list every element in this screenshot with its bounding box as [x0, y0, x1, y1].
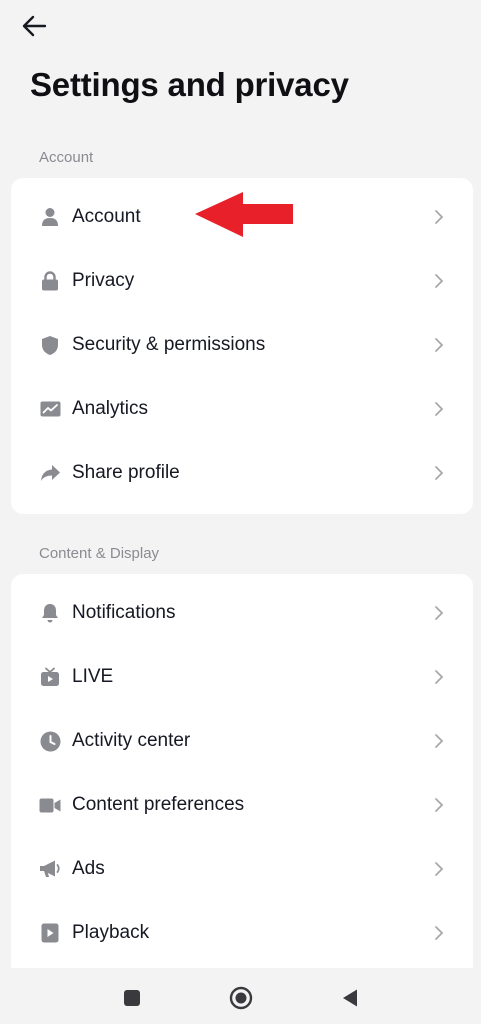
chevron-right-icon — [435, 274, 444, 288]
chevron-right-icon — [435, 210, 444, 224]
back-button[interactable] — [18, 12, 50, 40]
square-icon — [124, 990, 140, 1006]
settings-item-label: Ads — [72, 858, 105, 879]
section-label-content-display: Content & Display — [39, 545, 160, 562]
page-title: Settings and privacy — [30, 66, 349, 103]
system-back-button[interactable] — [338, 986, 362, 1010]
settings-item-activity-center[interactable]: Activity center — [11, 709, 473, 773]
megaphone-icon — [39, 858, 61, 880]
person-icon — [39, 206, 61, 228]
play-icon — [39, 922, 61, 944]
settings-item-label: Analytics — [72, 398, 149, 419]
settings-item-privacy[interactable]: Privacy — [11, 249, 473, 313]
section-label-account: Account — [39, 149, 94, 166]
circle-icon — [229, 986, 253, 1010]
settings-item-label: Privacy — [72, 270, 135, 291]
home-button[interactable] — [229, 986, 253, 1010]
red-arrow-annotation — [195, 192, 293, 237]
live-tv-icon — [39, 666, 61, 688]
settings-item-content-preferences[interactable]: Content preferences — [11, 773, 473, 837]
lock-icon — [39, 270, 61, 292]
arrow-left-icon — [22, 15, 47, 37]
chevron-right-icon — [435, 734, 444, 748]
chevron-right-icon — [435, 338, 444, 352]
system-navigation-bar — [0, 968, 481, 1024]
settings-item-label: Playback — [72, 922, 150, 943]
chevron-right-icon — [435, 670, 444, 684]
share-icon — [39, 462, 61, 484]
settings-item-label: Account — [72, 206, 141, 227]
settings-item-label: Notifications — [72, 602, 176, 623]
content-display-card: Notifications LIVE Activity center Conte… — [11, 574, 473, 984]
settings-item-playback[interactable]: Playback — [11, 901, 473, 965]
chevron-right-icon — [435, 862, 444, 876]
chevron-right-icon — [435, 402, 444, 416]
shield-icon — [39, 334, 61, 356]
settings-item-label: Activity center — [72, 730, 191, 751]
clock-icon — [39, 730, 61, 752]
chevron-right-icon — [435, 606, 444, 620]
chevron-right-icon — [435, 466, 444, 480]
settings-item-label: Share profile — [72, 462, 180, 483]
chart-icon — [39, 398, 61, 420]
settings-item-ads[interactable]: Ads — [11, 837, 473, 901]
triangle-back-icon — [343, 989, 357, 1007]
settings-item-live[interactable]: LIVE — [11, 645, 473, 709]
settings-item-security[interactable]: Security & permissions — [11, 313, 473, 377]
settings-item-notifications[interactable]: Notifications — [11, 581, 473, 645]
settings-item-label: Security & permissions — [72, 334, 266, 355]
settings-item-analytics[interactable]: Analytics — [11, 377, 473, 441]
bell-icon — [39, 602, 61, 624]
settings-item-label: Content preferences — [72, 794, 245, 815]
chevron-right-icon — [435, 798, 444, 812]
recents-button[interactable] — [120, 986, 144, 1010]
settings-item-label: LIVE — [72, 666, 114, 687]
video-camera-icon — [39, 794, 61, 816]
chevron-right-icon — [435, 926, 444, 940]
settings-item-share-profile[interactable]: Share profile — [11, 441, 473, 505]
